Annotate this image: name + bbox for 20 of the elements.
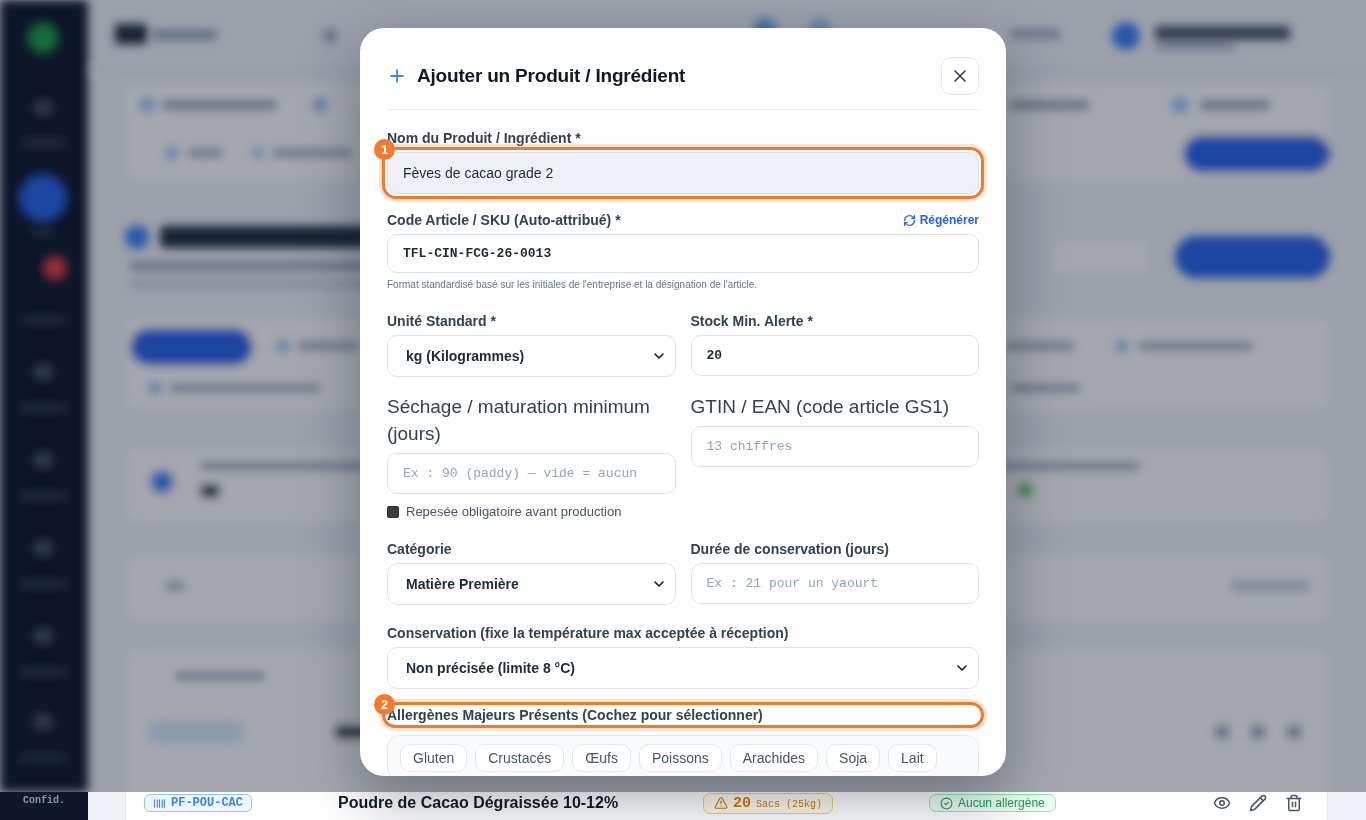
check-circle-icon bbox=[940, 796, 953, 810]
pencil-icon bbox=[1249, 794, 1267, 812]
product-name: Poudre de Cacao Dégraissée 10-12% bbox=[338, 794, 620, 812]
allergen-chip[interactable]: Gluten bbox=[400, 744, 468, 772]
allergen-chip[interactable]: Crustacés bbox=[475, 744, 565, 772]
allergen-chip[interactable]: Œufs bbox=[572, 744, 631, 772]
product-code: PF-POU-CAC bbox=[171, 796, 243, 810]
allergen-chip[interactable]: Poissons bbox=[638, 744, 722, 772]
allergen-status: Aucun allergène bbox=[958, 796, 1045, 810]
stock-unit: Sacs (25kg) bbox=[756, 798, 823, 810]
stock-quantity: 20 bbox=[733, 794, 751, 812]
sidebar-footer-text: Confid. bbox=[23, 795, 65, 806]
eye-icon bbox=[1213, 794, 1231, 812]
allergen-chip[interactable]: Arachides bbox=[729, 744, 819, 772]
allergen-chip[interactable]: Soja bbox=[826, 744, 881, 772]
trash-icon bbox=[1285, 794, 1303, 812]
edit-button[interactable] bbox=[1247, 792, 1269, 814]
barcode-icon bbox=[153, 796, 166, 810]
warning-icon bbox=[714, 796, 728, 810]
allergen-chip[interactable]: Lait bbox=[888, 744, 937, 772]
